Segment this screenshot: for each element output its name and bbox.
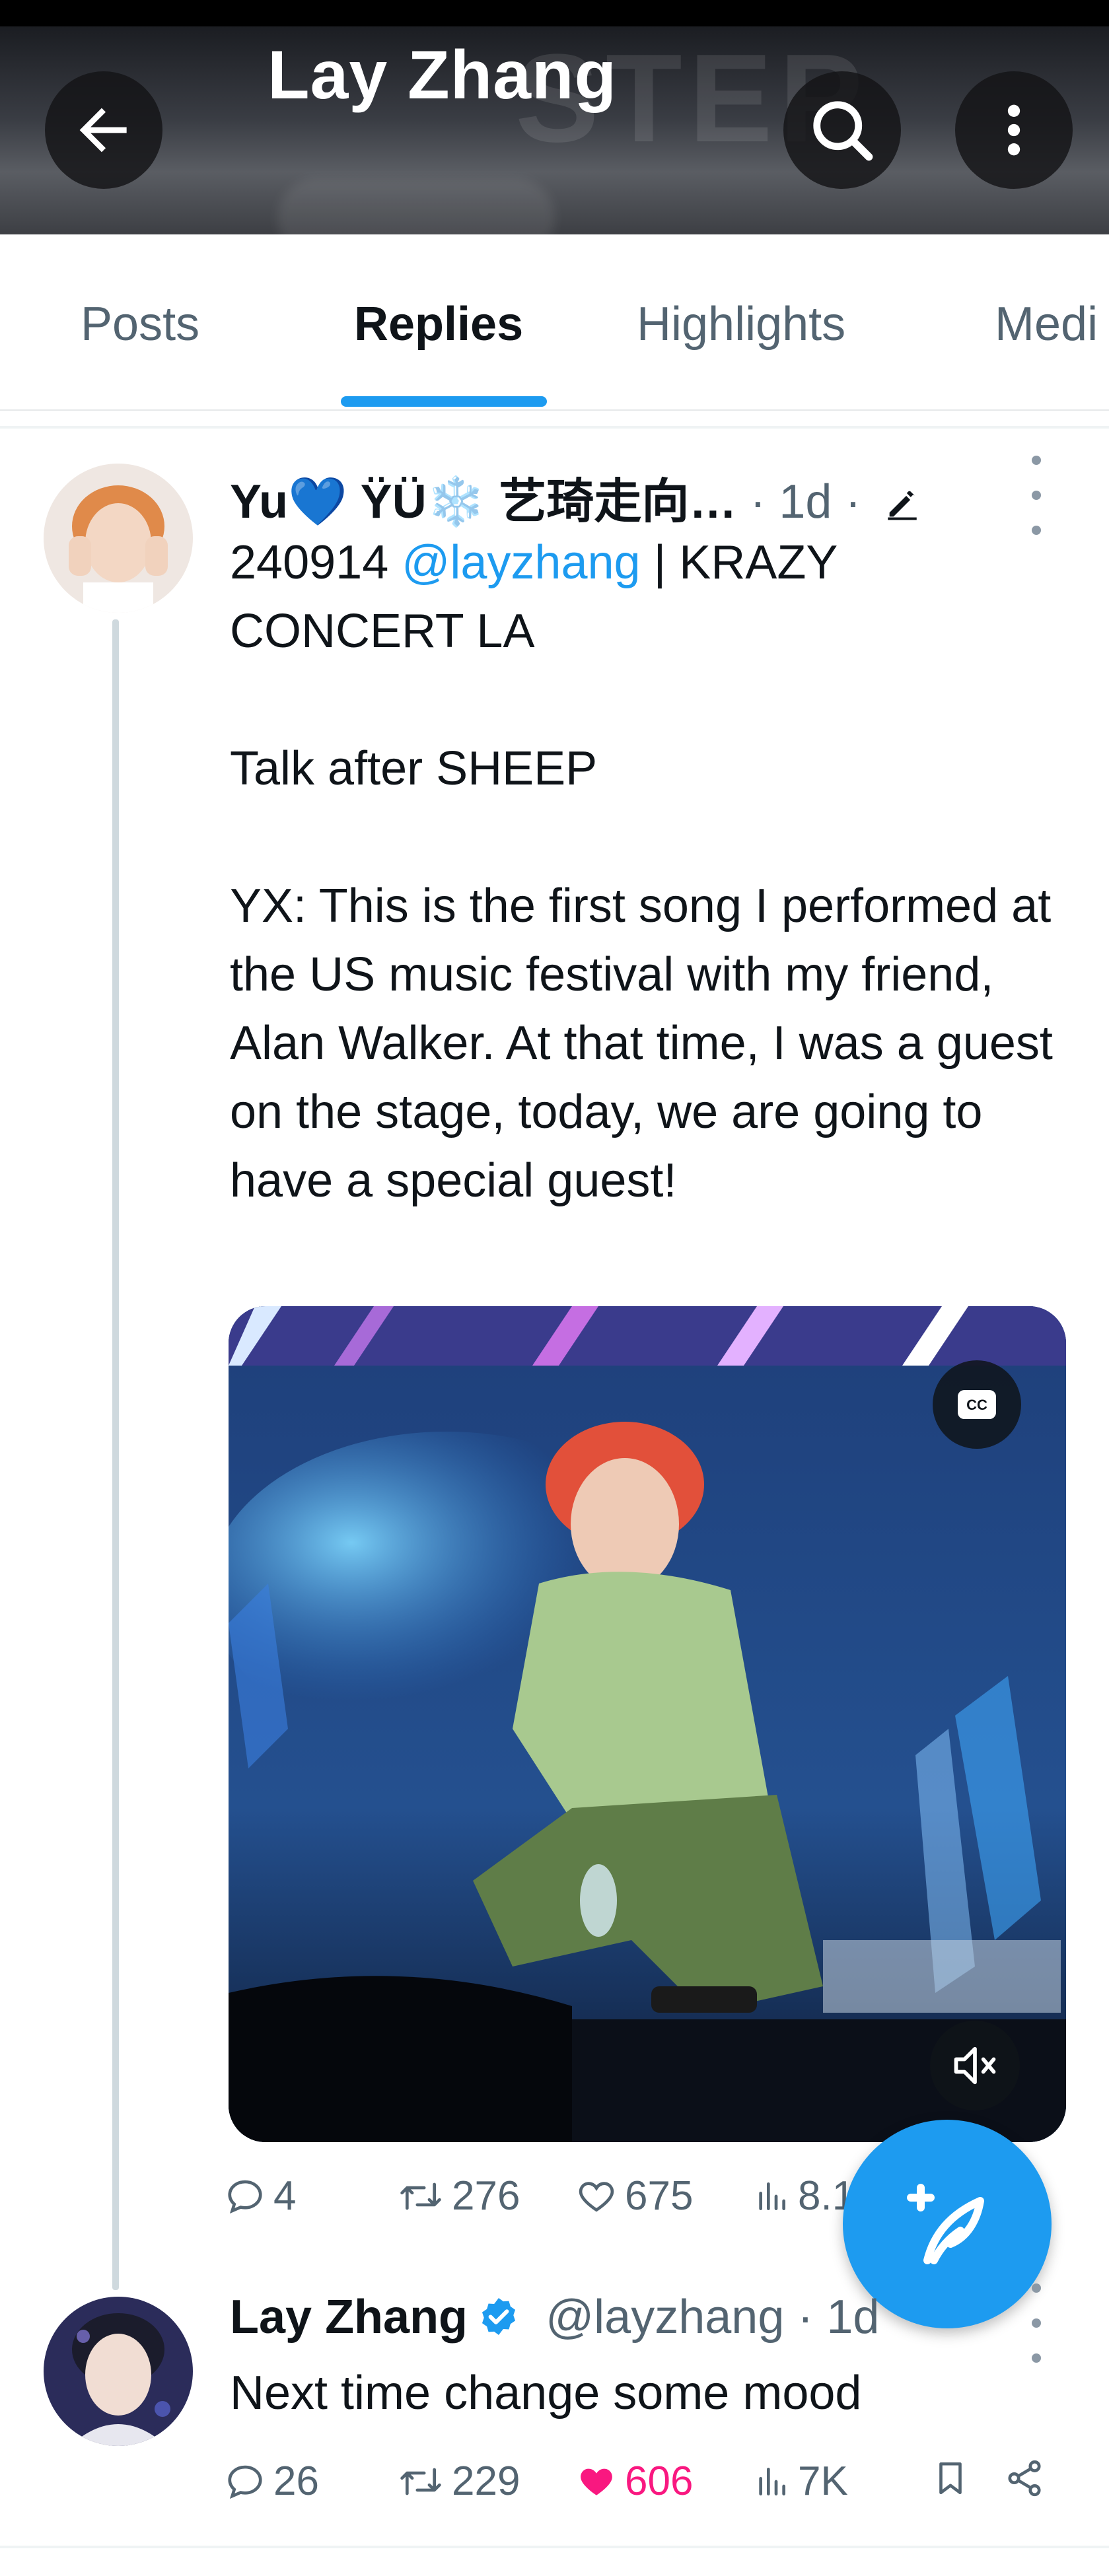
timestamp[interactable]: · 1d · xyxy=(750,475,861,528)
views-bar-chart-icon xyxy=(759,2182,785,2210)
page-title: Lay Zhang xyxy=(268,37,618,114)
divider xyxy=(0,2546,1109,2548)
tweet-text: Talk after SHEEP xyxy=(230,742,598,795)
avatar[interactable] xyxy=(44,464,193,613)
timestamp[interactable]: · 1d xyxy=(797,2291,879,2344)
tweet-header: Lay Zhang @layzhang · 1d xyxy=(230,2290,879,2344)
thread-connector-line xyxy=(112,619,119,2290)
divider xyxy=(0,426,1109,429)
view-count: 7K xyxy=(798,2458,848,2504)
volume-muted-icon xyxy=(954,2046,996,2085)
repost-button[interactable]: 229 xyxy=(398,2458,520,2505)
reply-icon xyxy=(228,2180,262,2213)
tweet-more-icon[interactable] xyxy=(1023,2283,1050,2363)
tweet-text: CONCERT LA xyxy=(230,605,535,658)
tweet-text: 240914 xyxy=(230,536,402,589)
views-button[interactable]: 7K xyxy=(753,2458,848,2505)
like-count: 675 xyxy=(625,2173,694,2219)
like-button[interactable]: 606 xyxy=(576,2458,693,2505)
reply-count: 26 xyxy=(273,2458,319,2504)
banner-shape xyxy=(277,178,555,234)
tab-replies[interactable]: Replies xyxy=(354,297,523,351)
pencil-icon xyxy=(888,491,917,520)
closed-captions-button[interactable]: CC xyxy=(933,1360,1021,1449)
video-frame xyxy=(229,1306,1066,2142)
views-bar-chart-icon xyxy=(759,2467,785,2495)
status-bar xyxy=(0,0,1109,26)
tweet-text: YX: This is the first song I performed a… xyxy=(230,880,1053,1207)
bookmark-icon xyxy=(939,2462,962,2495)
more-button[interactable] xyxy=(955,71,1073,189)
heart-icon xyxy=(579,2181,614,2211)
search-icon xyxy=(813,101,873,161)
avatar-image xyxy=(44,464,193,613)
display-name[interactable]: Lay Zhang xyxy=(230,2291,468,2344)
tweet-text: | KRAZY xyxy=(640,536,838,589)
reply-count: 4 xyxy=(273,2173,297,2219)
verified-badge-icon xyxy=(482,2297,516,2336)
share-icon xyxy=(1008,2460,1041,2497)
avatar[interactable] xyxy=(44,2297,193,2446)
repost-icon xyxy=(400,2182,441,2210)
tweet-body: Next time change some mood xyxy=(230,2359,1089,2427)
closed-captions-icon: CC xyxy=(958,1390,996,1419)
reply-button[interactable]: 4 xyxy=(225,2173,296,2219)
tweet-video[interactable] xyxy=(229,1306,1066,2142)
search-button[interactable] xyxy=(783,71,901,189)
tab-posts[interactable]: Posts xyxy=(81,297,199,351)
bookmark-button[interactable] xyxy=(931,2458,970,2499)
active-tab-indicator xyxy=(341,396,547,407)
display-name[interactable]: Yu💙 ŸÜ❄️ 艺琦走向… xyxy=(230,475,736,528)
share-button[interactable] xyxy=(1004,2458,1045,2499)
tweet-body: 240914 @layzhang | KRAZY CONCERT LA Talk… xyxy=(230,528,1089,1215)
repost-button[interactable]: 276 xyxy=(398,2173,520,2219)
mention-link[interactable]: @layzhang xyxy=(402,536,640,589)
tab-highlights[interactable]: Highlights xyxy=(637,297,845,351)
profile-tabs: Posts Replies Highlights Medi xyxy=(0,234,1109,411)
arrow-left-icon xyxy=(79,108,127,153)
more-vertical-icon xyxy=(1007,104,1020,156)
handle[interactable]: @layzhang xyxy=(546,2291,784,2344)
tweet-actions: 26 229 606 7K xyxy=(225,2458,1083,2511)
like-count: 606 xyxy=(625,2458,694,2504)
views-button[interactable]: 8.1 xyxy=(753,2173,855,2219)
tweet-header: Yu💙 ŸÜ❄️ 艺琦走向… · 1d · xyxy=(230,462,921,532)
tweet-text: Next time change some mood xyxy=(230,2367,862,2419)
like-button[interactable]: 675 xyxy=(576,2173,693,2219)
repost-count: 276 xyxy=(452,2173,520,2219)
back-button[interactable] xyxy=(45,71,162,189)
tab-media[interactable]: Medi xyxy=(995,297,1098,351)
mute-button[interactable] xyxy=(930,2021,1020,2110)
reply-button[interactable]: 26 xyxy=(225,2458,319,2505)
repost-count: 229 xyxy=(452,2458,520,2504)
avatar-image xyxy=(44,2297,193,2446)
tweet-more-icon[interactable] xyxy=(1023,456,1050,535)
compose-feather-plus-icon xyxy=(907,2184,984,2264)
reply-icon xyxy=(228,2465,262,2499)
repost-icon xyxy=(400,2468,441,2495)
svg-text:CC: CC xyxy=(966,1397,987,1413)
heart-filled-icon xyxy=(581,2468,612,2495)
